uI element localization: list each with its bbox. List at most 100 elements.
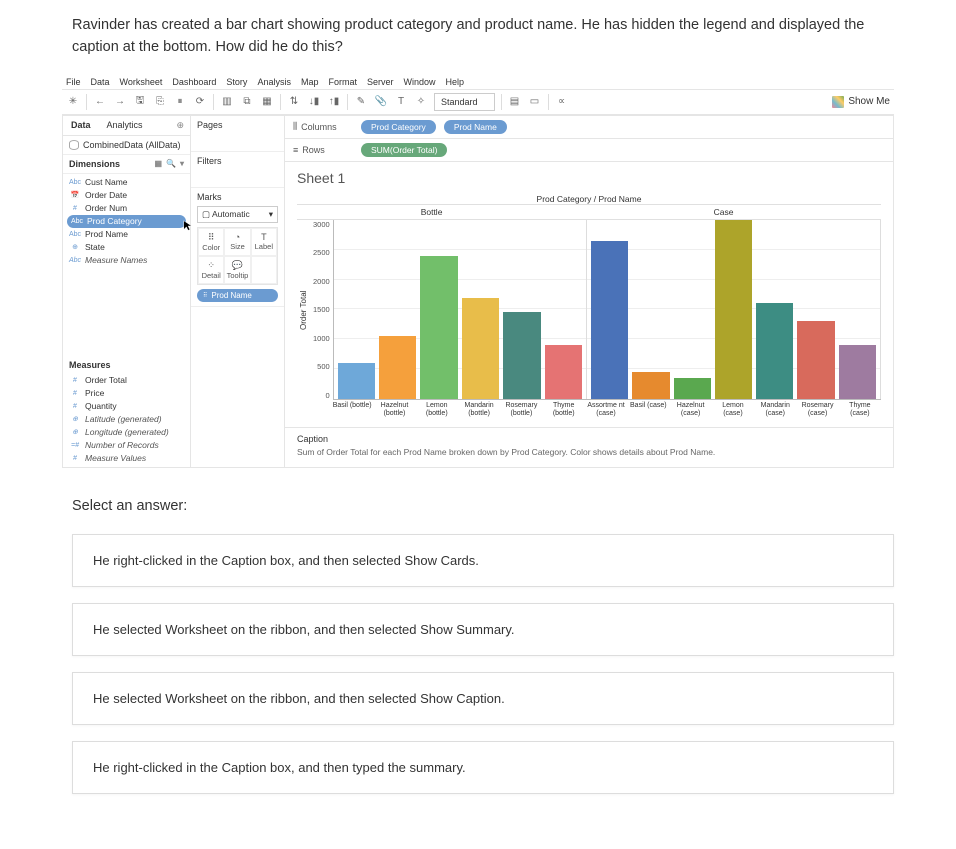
bar[interactable] [756,303,793,398]
menu-story[interactable]: Story [226,77,247,87]
pause-icon[interactable]: ⏸ [173,95,187,109]
toolbar: ✳ ← → 🖫 ⎘ ⏸ ⟳ ▥ ⧉ ▦ ⇅ ↓▮ ↑▮ ✎ 📎 T ✧ Stan… [62,89,894,115]
back-icon[interactable]: ← [93,95,107,109]
field-quantity[interactable]: #Quantity [63,400,190,413]
bar[interactable] [674,378,711,399]
marks-label[interactable]: TLabel [251,228,277,256]
field-numrecords[interactable]: =#Number of Records [63,439,190,452]
menu-dropdown-icon[interactable]: ▾ [180,159,184,168]
search-icon[interactable]: 🔍 [166,159,176,168]
dimensions-header: Dimensions ▦🔍▾ [63,155,190,174]
detail-icon: ⁘ [199,260,223,271]
connect-icon[interactable]: ⊕ [170,116,190,135]
measures-list: #Order Total #Price #Quantity ⊕Latitude … [63,372,190,467]
menu-file[interactable]: File [66,77,81,87]
marks-detail[interactable]: ⁘Detail [198,256,224,284]
menu-dashboard[interactable]: Dashboard [172,77,216,87]
share-icon[interactable]: ∝ [555,95,569,109]
filters-shelf[interactable]: Filters [191,152,284,188]
sort-asc-icon[interactable]: ↓▮ [307,95,321,109]
field-latitude[interactable]: ⊕Latitude (generated) [63,413,190,426]
answer-option-1[interactable]: He right-clicked in the Caption box, and… [72,534,894,587]
field-orderdate[interactable]: 📅Order Date [63,189,190,202]
field-price[interactable]: #Price [63,387,190,400]
group-case-header: Case [566,204,881,220]
pill-sum-ordertotal[interactable]: SUM(Order Total) [361,143,447,157]
field-measurenames[interactable]: AbcMeasure Names [63,254,190,267]
field-prodcategory[interactable]: AbcProd Category [67,215,186,228]
field-prodname[interactable]: AbcProd Name [63,228,190,241]
bar[interactable] [591,241,628,399]
menu-server[interactable]: Server [367,77,394,87]
field-ordertotal[interactable]: #Order Total [63,374,190,387]
bar[interactable] [839,345,876,399]
bar[interactable] [379,336,416,399]
bar[interactable] [545,345,582,399]
marks-size[interactable]: ◔Size [224,228,250,256]
bar[interactable] [503,312,540,399]
answer-option-3[interactable]: He selected Worksheet on the ribbon, and… [72,672,894,725]
menu-map[interactable]: Map [301,77,319,87]
bar[interactable] [715,220,752,399]
size-icon: ◔ [225,232,249,242]
labels-icon[interactable]: T [394,95,408,109]
pill-prodname[interactable]: Prod Name [444,120,507,134]
marks-type-dropdown[interactable]: ▢ Automatic▾ [197,206,278,223]
caption-header: Caption [297,434,881,444]
refresh-icon[interactable]: ⟳ [193,95,207,109]
tab-data[interactable]: Data [63,116,99,135]
menu-help[interactable]: Help [446,77,465,87]
duplicate-icon[interactable]: ⧉ [240,95,254,109]
label-icon: T [252,232,276,242]
bar[interactable] [338,363,375,399]
chart-header: Prod Category / Prod Name [297,194,881,204]
swap-icon[interactable]: ⇅ [287,95,301,109]
marks-tooltip[interactable]: 💬Tooltip [224,256,250,284]
new-worksheet-icon[interactable]: ▥ [220,95,234,109]
answer-option-4[interactable]: He right-clicked in the Caption box, and… [72,741,894,794]
tab-analytics[interactable]: Analytics [99,116,151,135]
pages-shelf[interactable]: Pages [191,116,284,152]
answers-section: Select an answer: He right-clicked in th… [0,468,956,830]
tableau-logo-icon[interactable]: ✳ [66,95,80,109]
menu-analysis[interactable]: Analysis [257,77,291,87]
pill-prodcategory[interactable]: Prod Category [361,120,436,134]
view-icon[interactable]: ▦ [154,159,162,168]
menu-data[interactable]: Data [91,77,110,87]
group-icon[interactable]: 📎 [374,95,388,109]
field-ordernum[interactable]: #Order Num [63,202,190,215]
highlight-icon[interactable]: ✎ [354,95,368,109]
present-icon[interactable]: ▭ [528,95,542,109]
pin-icon[interactable]: ✧ [414,95,428,109]
menu-format[interactable]: Format [328,77,357,87]
fit-dropdown[interactable]: Standard [434,93,495,111]
menu-worksheet[interactable]: Worksheet [120,77,163,87]
y-ticks: 300025002000150010005000 [310,220,333,400]
marks-pill-prodname[interactable]: ⠿Prod Name [197,289,278,302]
field-measurevalues[interactable]: #Measure Values [63,452,190,465]
datasource-row[interactable]: CombinedData (AllData) [63,136,190,155]
columns-shelf[interactable]: ⫼Columns Prod Category Prod Name [285,116,893,139]
marks-color[interactable]: ⠿Color [198,228,224,256]
forward-icon[interactable]: → [113,95,127,109]
rows-shelf[interactable]: ≡Rows SUM(Order Total) [285,139,893,162]
bar[interactable] [462,298,499,399]
caption-box[interactable]: Caption Sum of Order Total for each Prod… [285,427,893,467]
answer-option-2[interactable]: He selected Worksheet on the ribbon, and… [72,603,894,656]
rows-icon: ≡ [293,145,298,155]
clear-icon[interactable]: ▦ [260,95,274,109]
sheet-title[interactable]: Sheet 1 [285,162,893,190]
menu-window[interactable]: Window [404,77,436,87]
bar[interactable] [632,372,669,399]
save-icon[interactable]: 🖫 [133,95,147,109]
bar[interactable] [797,321,834,399]
bar[interactable] [420,256,457,399]
menu-bar: File Data Worksheet Dashboard Story Anal… [62,75,894,89]
new-datasource-icon[interactable]: ⎘ [153,95,167,109]
cards-icon[interactable]: ▤ [508,95,522,109]
field-longitude[interactable]: ⊕Longitude (generated) [63,426,190,439]
field-custname[interactable]: AbcCust Name [63,176,190,189]
sort-desc-icon[interactable]: ↑▮ [327,95,341,109]
show-me-button[interactable]: Show Me [832,96,890,108]
field-state[interactable]: ⊕State [63,241,190,254]
